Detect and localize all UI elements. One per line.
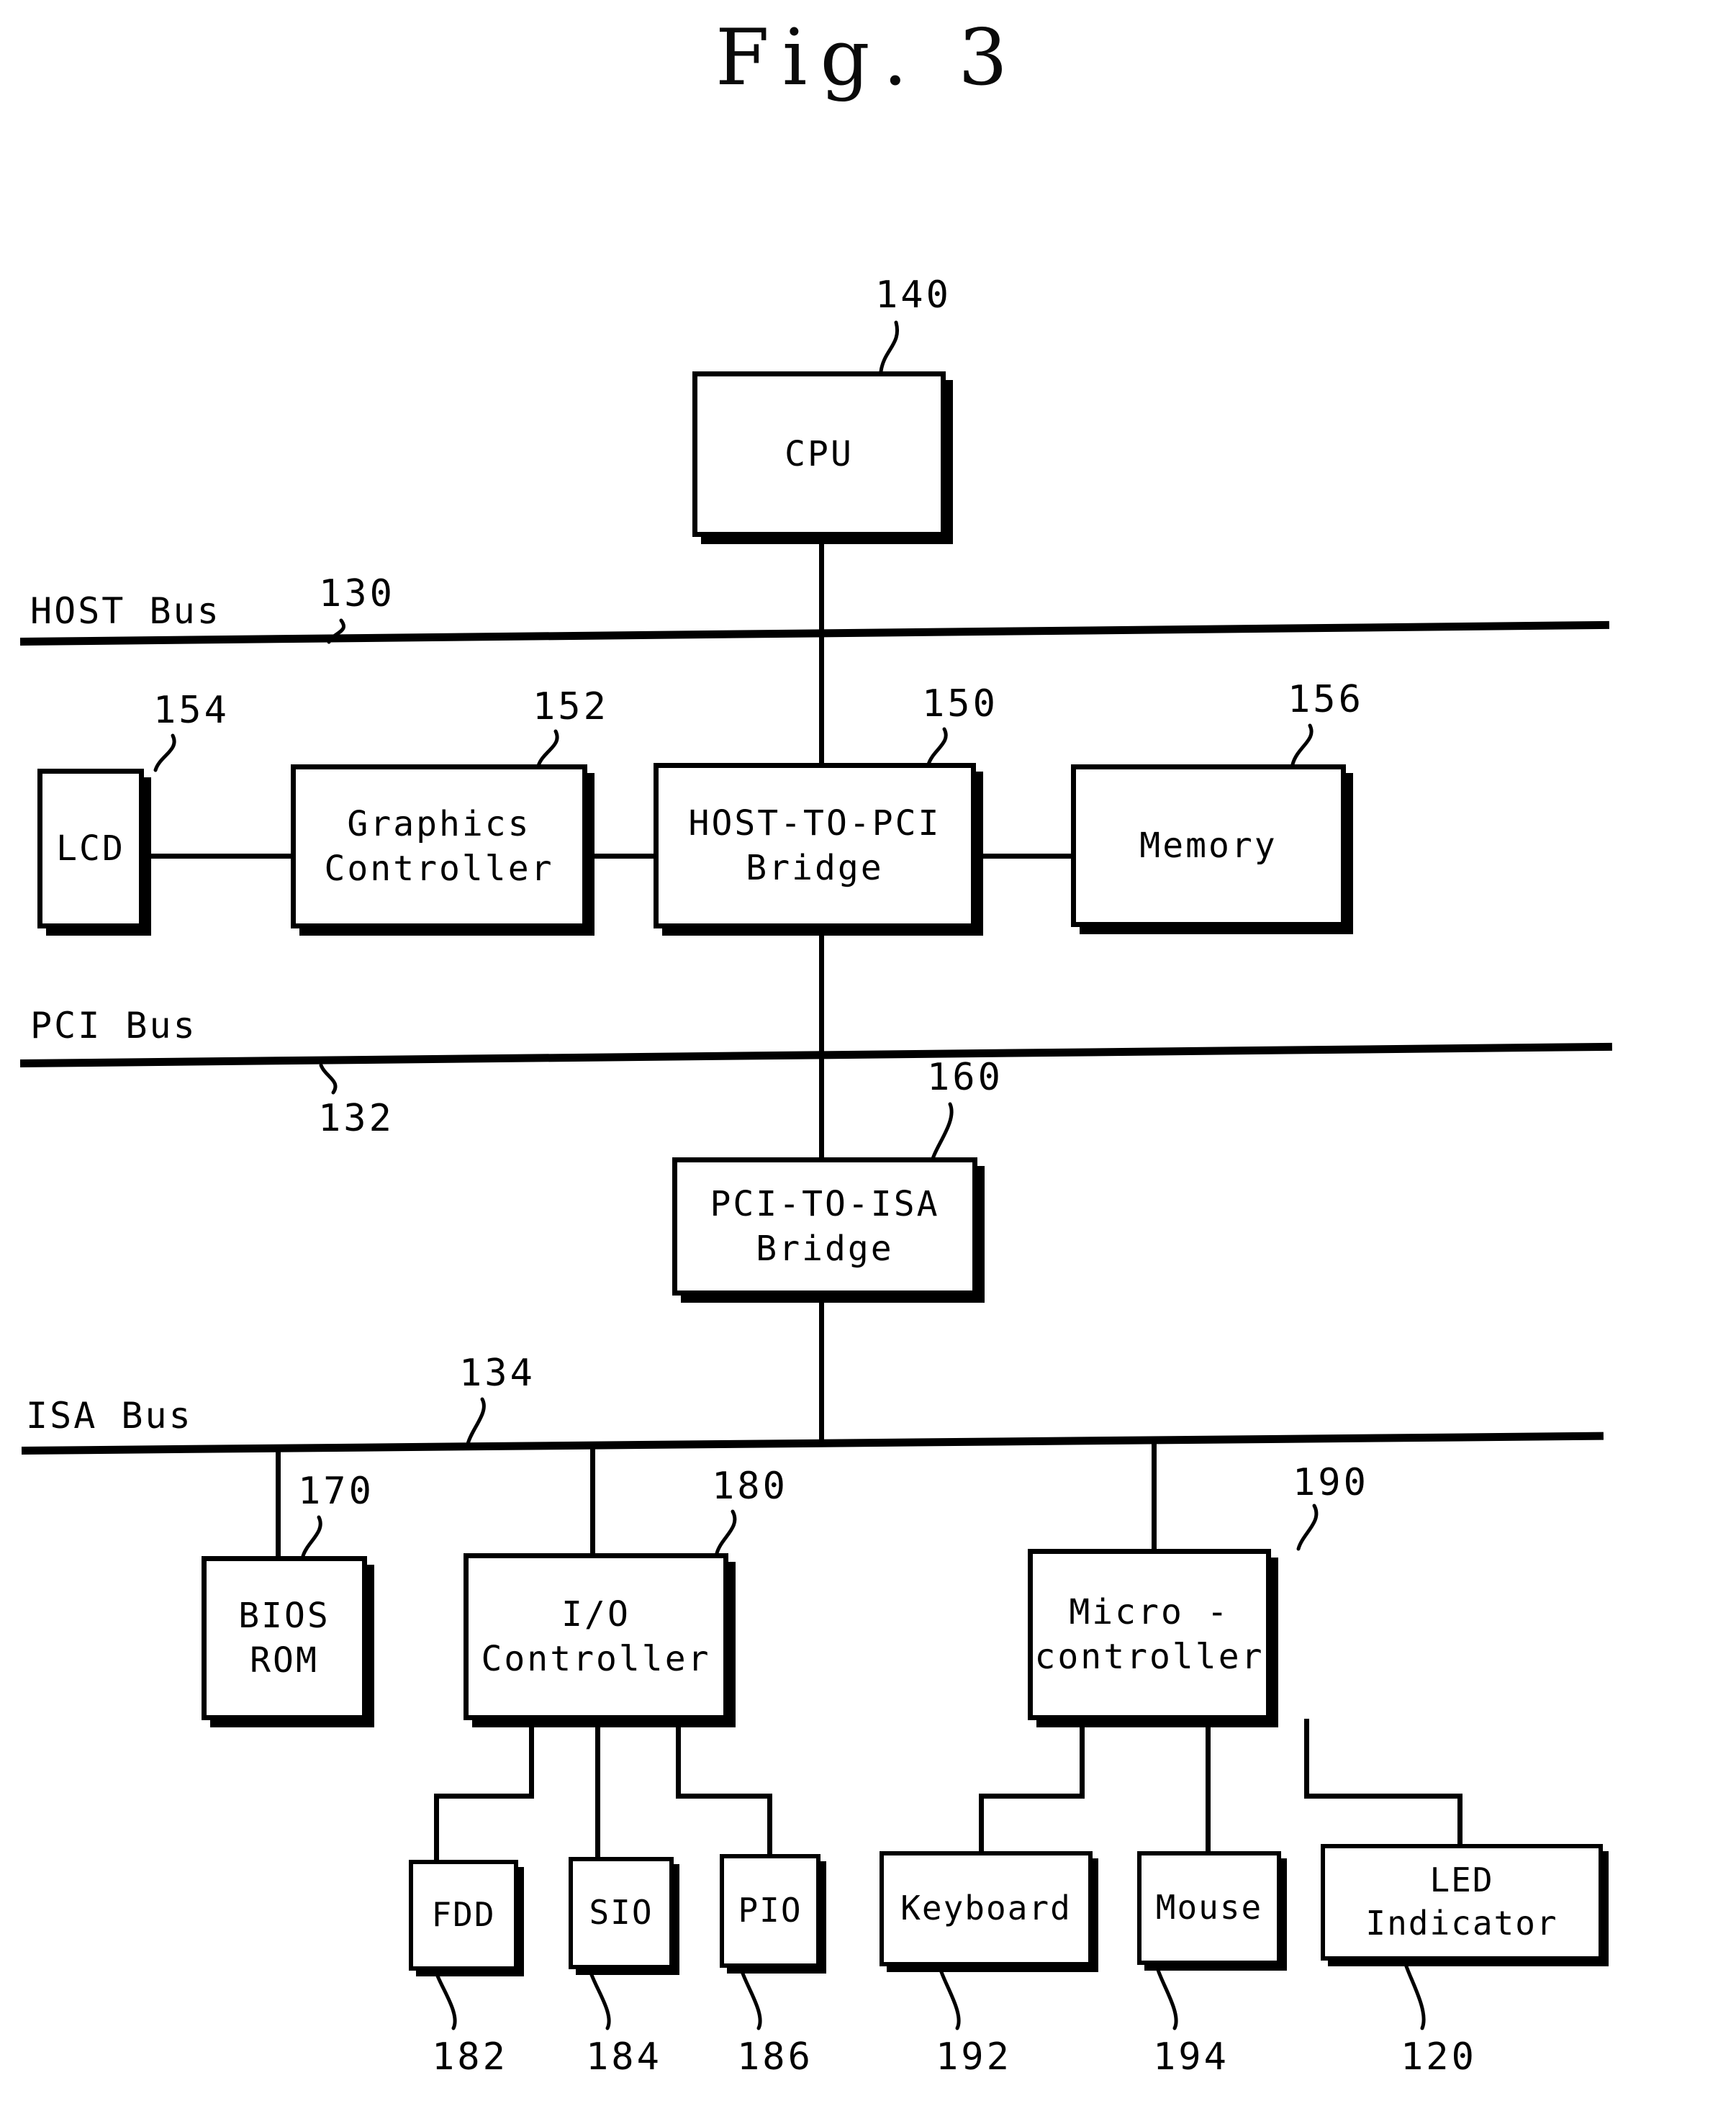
leader-120 <box>1403 1960 1426 2030</box>
block-pio[interactable]: PIO <box>720 1854 820 1968</box>
block-sio[interactable]: SIO <box>569 1857 674 1969</box>
ref-numeral-160: 160 <box>927 1056 1003 1099</box>
connector-cpu-to-host-bus <box>819 536 824 638</box>
leader-182 <box>434 1970 457 2030</box>
block-bios-rom[interactable]: BIOS ROM <box>202 1556 367 1720</box>
leader-170 <box>301 1515 322 1558</box>
leader-190 <box>1296 1504 1319 1551</box>
connector-graphics-to-bridge <box>584 854 656 859</box>
leader-140 <box>879 320 899 374</box>
ref-numeral-134: 134 <box>459 1352 535 1395</box>
ref-numeral-184: 184 <box>586 2035 662 2079</box>
ref-numeral-140: 140 <box>875 274 951 317</box>
connector-io-to-fdd-v2 <box>434 1794 439 1863</box>
leader-134 <box>466 1397 486 1446</box>
block-cpu[interactable]: CPU <box>692 371 946 537</box>
ref-numeral-194: 194 <box>1153 2035 1229 2079</box>
leader-186 <box>739 1967 762 2030</box>
block-pci-to-isa-bridge[interactable]: PCI-TO-ISA Bridge <box>672 1157 977 1296</box>
connector-isa-bridge-to-isa-bus <box>819 1293 824 1447</box>
leader-180 <box>715 1509 737 1555</box>
connector-io-to-fdd-h <box>434 1794 534 1799</box>
leader-184 <box>588 1968 611 2030</box>
connector-mc-to-mouse <box>1206 1719 1211 1863</box>
block-graphics-controller[interactable]: Graphics Controller <box>291 764 587 928</box>
ref-numeral-120: 120 <box>1401 2035 1477 2079</box>
connector-mc-to-keyboard-h <box>979 1794 1085 1799</box>
connector-isa-bus-to-microcontroller <box>1152 1441 1157 1551</box>
figure-title: Fig. 3 <box>715 13 1021 103</box>
connector-lcd-to-graphics <box>137 854 292 859</box>
leader-194 <box>1155 1966 1178 2030</box>
block-keyboard[interactable]: Keyboard <box>880 1851 1093 1966</box>
connector-io-to-pio-h <box>676 1794 772 1799</box>
block-memory[interactable]: Memory <box>1071 764 1346 927</box>
block-mouse[interactable]: Mouse <box>1137 1851 1281 1965</box>
figure-canvas: Fig. 3 HOST Bus PCI Bus ISA Bus CPU LCD … <box>0 0 1736 2111</box>
ref-numeral-190: 190 <box>1293 1461 1369 1504</box>
isa-bus-label: ISA Bus <box>26 1395 193 1437</box>
connector-io-to-sio <box>595 1719 600 1863</box>
connector-bridge-to-pci-bus <box>819 927 824 1064</box>
ref-numeral-132: 132 <box>318 1097 394 1140</box>
connector-isa-bus-to-bios-rom <box>276 1445 281 1560</box>
pci-bus-line <box>19 1042 1612 1067</box>
ref-numeral-156: 156 <box>1288 678 1364 721</box>
connector-mc-to-keyboard-v1 <box>1080 1719 1085 1798</box>
connector-bridge-to-memory <box>973 854 1074 859</box>
block-host-to-pci-bridge[interactable]: HOST-TO-PCI Bridge <box>654 763 976 928</box>
block-microcontroller[interactable]: Micro - controller <box>1028 1549 1271 1720</box>
isa-bus-line <box>21 1432 1604 1455</box>
ref-numeral-186: 186 <box>737 2035 813 2079</box>
connector-mc-to-led-h <box>1304 1794 1463 1799</box>
leader-154 <box>153 733 176 772</box>
connector-isa-bus-to-io-controller <box>590 1444 595 1555</box>
connector-host-bus-to-bridge <box>819 632 824 770</box>
leader-152 <box>536 729 559 768</box>
connector-io-to-pio-v2 <box>767 1794 772 1863</box>
leader-156 <box>1290 723 1314 767</box>
block-fdd[interactable]: FDD <box>409 1860 518 1971</box>
ref-numeral-152: 152 <box>533 685 609 728</box>
ref-numeral-182: 182 <box>432 2035 508 2079</box>
ref-numeral-130: 130 <box>319 572 395 615</box>
connector-io-to-fdd-v1 <box>529 1719 534 1798</box>
ref-numeral-192: 192 <box>936 2035 1012 2079</box>
leader-192 <box>938 1966 961 2030</box>
ref-numeral-170: 170 <box>298 1470 374 1513</box>
connector-io-to-pio-v1 <box>676 1719 681 1798</box>
block-led-indicator[interactable]: LED Indicator <box>1321 1844 1603 1961</box>
host-bus-label: HOST Bus <box>30 590 221 632</box>
connector-pci-bus-to-isa-bridge <box>819 1055 824 1165</box>
block-io-controller[interactable]: I/O Controller <box>464 1553 728 1720</box>
block-lcd[interactable]: LCD <box>37 769 144 928</box>
ref-numeral-150: 150 <box>922 682 998 725</box>
leader-132 <box>319 1063 338 1095</box>
host-bus-line <box>19 620 1609 646</box>
leader-160 <box>931 1102 954 1161</box>
ref-numeral-180: 180 <box>712 1465 788 1508</box>
ref-numeral-154: 154 <box>153 689 230 732</box>
leader-150 <box>926 727 948 767</box>
connector-mc-to-led-v1 <box>1304 1719 1309 1798</box>
pci-bus-label: PCI Bus <box>30 1005 197 1047</box>
